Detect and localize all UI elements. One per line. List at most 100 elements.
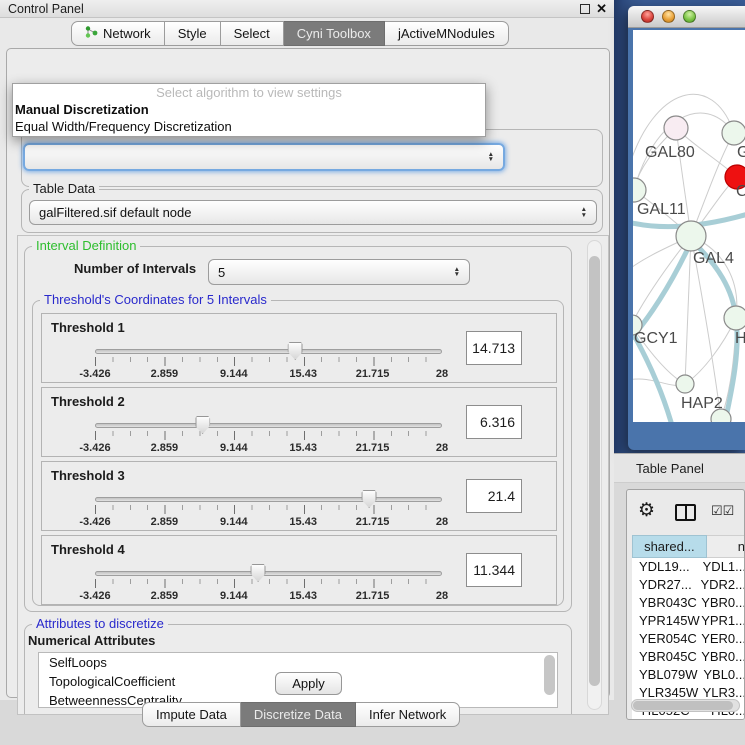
tab-infer-network[interactable]: Infer Network	[356, 702, 460, 727]
node-gal4[interactable]	[676, 221, 706, 251]
network-canvas[interactable]: GAL80 G C GAL11 GAL4 GCY1 H HAP2	[633, 30, 745, 422]
slider-major-ticks	[95, 579, 443, 588]
table-row[interactable]: YBR043C YBR0...	[632, 594, 745, 612]
numerical-attributes-label: Numerical Attributes	[28, 633, 155, 648]
algorithm-combo[interactable]: ▲▼	[23, 143, 505, 171]
scrollbar-thumb[interactable]	[633, 701, 733, 710]
gear-icon[interactable]: ⚙	[638, 501, 655, 521]
table-panel-header[interactable]: Table Panel	[614, 453, 745, 483]
table-row[interactable]: YDL19... YDL1...	[632, 558, 745, 576]
threshold-slider[interactable]: -3.426 2.859 9.144 15.43 21.715 28	[95, 340, 442, 382]
svg-text:GAL11: GAL11	[637, 201, 686, 218]
network-window[interactable]: GAL80 G C GAL11 GAL4 GCY1 H HAP2	[628, 6, 745, 450]
table-toolbar: ⚙ ☑☑	[627, 490, 744, 534]
table-data-value: galFiltered.sif default node	[39, 205, 191, 220]
threshold-slider[interactable]: -3.426 2.859 9.144 15.43 21.715 28	[95, 414, 442, 456]
slider-track[interactable]	[95, 497, 442, 502]
vertical-scrollbar[interactable]	[587, 240, 602, 710]
svg-text:C: C	[736, 183, 745, 200]
table-row[interactable]: YPR145W YPR1...	[632, 612, 745, 630]
number-of-intervals-value: 5	[218, 265, 225, 280]
threshold-panel: Threshold 4 -3.426 2.859 9.144 15.43 21.…	[41, 535, 557, 605]
tab-jactivemnodules[interactable]: jActiveMNodules	[385, 21, 509, 46]
node-h[interactable]	[724, 306, 745, 330]
tab-style[interactable]: Style	[165, 21, 221, 46]
slider-track[interactable]	[95, 349, 442, 354]
control-panel-titlebar: Control Panel ✕	[0, 0, 614, 18]
table-row[interactable]: YBL079W YBL0...	[632, 666, 745, 684]
window-titlebar[interactable]	[628, 6, 745, 28]
scrollbar-thumb[interactable]	[589, 256, 600, 686]
attribute-item[interactable]: SelfLoops	[39, 653, 557, 672]
svg-text:GCY1: GCY1	[634, 330, 678, 347]
svg-text:G: G	[737, 144, 745, 161]
svg-text:H: H	[735, 330, 745, 347]
threshold-value-field[interactable]: 6.316	[466, 405, 522, 439]
tab-impute-data[interactable]: Impute Data	[142, 702, 241, 727]
threshold-panel: Threshold 1 -3.426 2.859 9.144 15.43 21.…	[41, 313, 557, 383]
control-panel: Control Panel ✕ Network Style Select Cyn…	[0, 0, 614, 700]
column-header-name[interactable]: n	[707, 535, 745, 558]
popup-hint: Select algorithm to view settings	[13, 84, 485, 101]
node-hap2[interactable]	[676, 375, 694, 393]
slider-track[interactable]	[95, 571, 442, 576]
node-table: shared... n YDL19... YDL1... YDR27... YD…	[632, 535, 745, 720]
table-rows: YDL19... YDL1... YDR27... YDR2... YBR043…	[632, 558, 745, 720]
tab-discretize-data[interactable]: Discretize Data	[241, 702, 356, 727]
horizontal-scrollbar[interactable]	[631, 699, 740, 712]
network-icon	[85, 25, 98, 42]
tab-network[interactable]: Network	[71, 21, 165, 46]
tab-cyni-toolbox[interactable]: Cyni Toolbox	[284, 21, 385, 46]
column-header-shared[interactable]: shared...	[632, 535, 707, 558]
spinner-icon: ▲▼	[488, 152, 494, 163]
table-data-combo[interactable]: galFiltered.sif default node ▲▼	[29, 200, 597, 225]
algorithm-dropdown-popup: Select algorithm to view settings Manual…	[12, 83, 486, 137]
node-gal11[interactable]	[633, 178, 646, 202]
minimize-button[interactable]	[662, 10, 675, 23]
threshold-panel: Threshold 3 -3.426 2.859 9.144 15.43 21.…	[41, 461, 557, 531]
network-graph: GAL80 G C GAL11 GAL4 GCY1 H HAP2	[633, 30, 745, 422]
network-desktop: GAL80 G C GAL11 GAL4 GCY1 H HAP2	[614, 0, 745, 455]
number-of-intervals-combo[interactable]: 5 ▲▼	[208, 259, 470, 285]
spinner-icon: ▲▼	[581, 207, 587, 218]
node-pink[interactable]	[664, 116, 688, 140]
panel-title: Control Panel	[0, 2, 84, 16]
thresholds-group-title: Threshold's Coordinates for 5 Intervals	[40, 293, 271, 307]
zoom-button[interactable]	[683, 10, 696, 23]
threshold-value-field[interactable]: 14.713	[466, 331, 522, 365]
slider-major-ticks	[95, 431, 443, 440]
split-view-icon[interactable]	[675, 504, 696, 521]
popup-option-equal-width[interactable]: Equal Width/Frequency Discretization	[13, 118, 485, 135]
slider-major-ticks	[95, 505, 443, 514]
checkbox-icons[interactable]: ☑☑	[711, 503, 734, 519]
thresholds-group: Threshold 1 -3.426 2.859 9.144 15.43 21.…	[32, 300, 564, 606]
node-partial-top-right[interactable]	[722, 121, 745, 145]
threshold-slider[interactable]: -3.426 2.859 9.144 15.43 21.715 28	[95, 488, 442, 530]
threshold-slider[interactable]: -3.426 2.859 9.144 15.43 21.715 28	[95, 562, 442, 604]
svg-text:GAL4: GAL4	[693, 250, 734, 267]
close-button[interactable]	[641, 10, 654, 23]
threshold-label: Threshold 4	[51, 542, 125, 557]
settings-scroll-viewport: Interval Definition Number of Intervals …	[17, 235, 609, 715]
tab-select[interactable]: Select	[221, 21, 284, 46]
table-panel-title: Table Panel	[636, 461, 704, 476]
table-data-title: Table Data	[29, 182, 99, 196]
popup-option-manual[interactable]: Manual Discretization	[13, 101, 485, 118]
table-row[interactable]: YDR27... YDR2...	[632, 576, 745, 594]
threshold-value-field[interactable]: 11.344	[466, 553, 522, 587]
number-of-intervals-label: Number of Intervals	[74, 261, 196, 276]
top-tab-bar: Network Style Select Cyni Toolbox jActiv…	[71, 21, 509, 46]
list-scrollbar-thumb[interactable]	[544, 655, 555, 695]
float-window-icon[interactable]	[580, 4, 590, 14]
table-row[interactable]: YER054C YER0...	[632, 630, 745, 648]
slider-track[interactable]	[95, 423, 442, 428]
apply-button[interactable]: Apply	[275, 672, 342, 695]
threshold-label: Threshold 2	[51, 394, 125, 409]
table-row[interactable]: YBR045C YBR0...	[632, 648, 745, 666]
interval-definition-title: Interval Definition	[32, 239, 140, 253]
threshold-value-field[interactable]: 21.4	[466, 479, 522, 513]
close-icon[interactable]: ✕	[596, 1, 607, 17]
threshold-panel: Threshold 2 -3.426 2.859 9.144 15.43 21.…	[41, 387, 557, 457]
cyni-content-panel: Discretization Algorithm ▲▼ Table Data g…	[6, 48, 610, 698]
table-header-row: shared... n	[632, 535, 745, 558]
